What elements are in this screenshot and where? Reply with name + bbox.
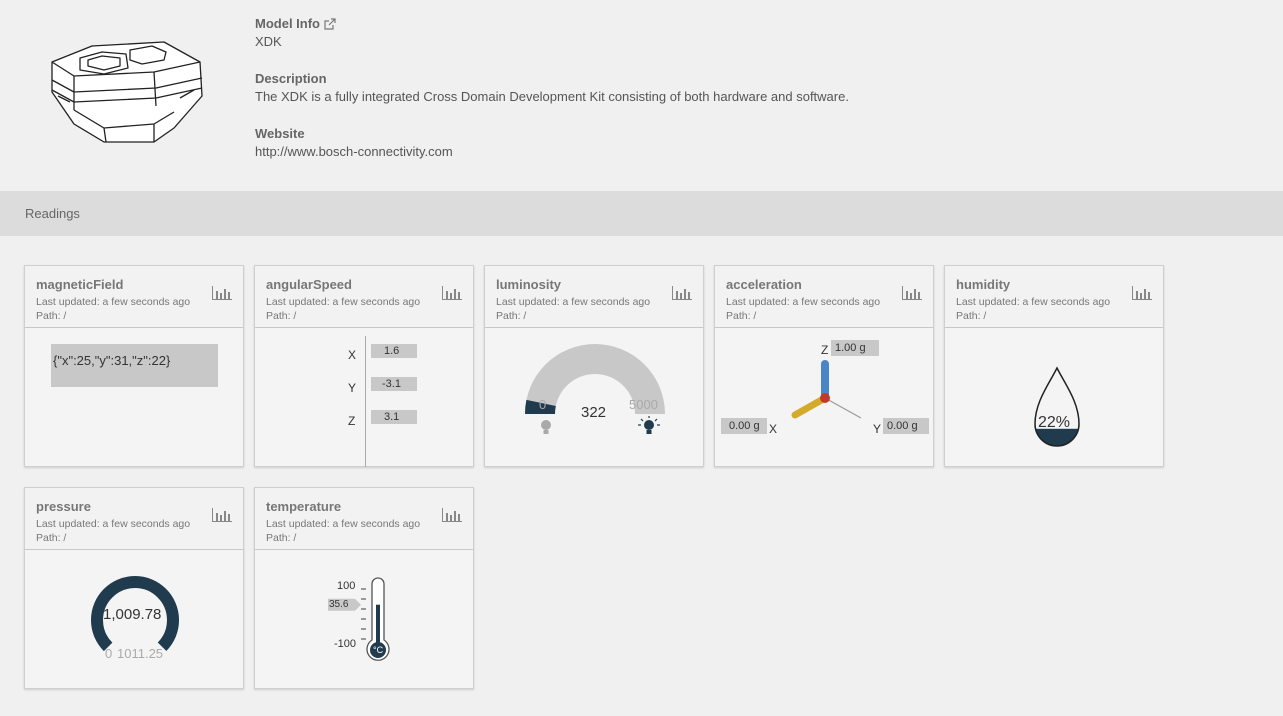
last-updated-text: Last updated: a few seconds ago — [266, 296, 421, 308]
y-axis-label: Y — [348, 381, 357, 395]
z-value: 1.00 g — [835, 342, 866, 354]
temperature-min: -100 — [334, 638, 357, 650]
y-value: -3.1 — [382, 378, 401, 390]
magnetic-field-value: {"x":25,"y":31,"z":22} — [53, 353, 171, 368]
x-axis-label: X — [769, 422, 778, 436]
card-title: luminosity — [496, 277, 562, 292]
last-updated-text: Last updated: a few seconds ago — [36, 518, 191, 530]
gauge-min: 0 — [105, 646, 113, 661]
chart-icon[interactable] — [442, 286, 462, 300]
luminosity-value: 322 — [581, 404, 607, 421]
y-value: 0.00 g — [887, 420, 918, 432]
sensor-card-luminosity: luminosity Last updated: a few seconds a… — [484, 265, 704, 467]
chart-icon[interactable] — [442, 508, 462, 522]
card-header: magneticField Last updated: a few second… — [25, 266, 243, 328]
sensor-card-humidity: humidity Last updated: a few seconds ago… — [944, 265, 1164, 467]
last-updated-text: Last updated: a few seconds ago — [956, 296, 1111, 308]
origin-dot — [820, 393, 830, 403]
thermometer-ticks — [361, 588, 366, 640]
card-header: acceleration Last updated: a few seconds… — [715, 266, 933, 328]
device-info-section: Model Info XDK Description The XDK is a … — [0, 0, 1283, 191]
x-axis-bar — [791, 394, 829, 419]
sensor-card-angularspeed: angularSpeed Last updated: a few seconds… — [254, 265, 474, 467]
temperature-value: 35.6 — [329, 598, 349, 610]
last-updated-text: Last updated: a few seconds ago — [726, 296, 881, 308]
pressure-value: 1,009.78 — [103, 606, 162, 623]
model-info-block: Model Info XDK — [255, 15, 849, 52]
card-body: 0 5000 322 — [485, 328, 703, 467]
card-body: 22% — [945, 328, 1163, 467]
readings-header: Readings — [0, 191, 1283, 236]
card-body: 1,009.78 0 1011.25 — [25, 550, 243, 689]
description-block: Description The XDK is a fully integrate… — [255, 70, 849, 107]
model-info-value: XDK — [255, 34, 282, 49]
card-body: {"x":25,"y":31,"z":22} — [25, 328, 243, 467]
sensor-card-magneticfield: magneticField Last updated: a few second… — [24, 265, 244, 467]
humidity-drop — [1034, 366, 1080, 447]
card-title: pressure — [36, 499, 91, 514]
x-value: 0.00 g — [729, 420, 760, 432]
bulb-off-icon — [541, 420, 551, 434]
card-body: X Y Z 1.6 -3.1 3.1 — [255, 328, 473, 467]
description-value: The XDK is a fully integrated Cross Doma… — [255, 89, 849, 104]
sensor-card-acceleration: acceleration Last updated: a few seconds… — [714, 265, 934, 467]
path-text: Path: / — [956, 310, 987, 322]
xdk-device-image — [51, 41, 203, 143]
path-text: Path: / — [496, 310, 527, 322]
card-title: magneticField — [36, 277, 124, 292]
card-title: humidity — [956, 277, 1011, 292]
z-axis-label: Z — [821, 343, 829, 357]
z-axis-label: Z — [348, 414, 356, 428]
chart-icon[interactable] — [1132, 286, 1152, 300]
bulb-on-icon — [638, 416, 660, 434]
z-value: 3.1 — [384, 411, 400, 423]
website-value: http://www.bosch-connectivity.com — [255, 144, 453, 159]
chart-icon[interactable] — [902, 286, 922, 300]
last-updated-text: Last updated: a few seconds ago — [36, 296, 191, 308]
path-text: Path: / — [266, 532, 297, 544]
card-header: temperature Last updated: a few seconds … — [255, 488, 473, 550]
path-text: Path: / — [36, 310, 67, 322]
last-updated-text: Last updated: a few seconds ago — [496, 296, 651, 308]
y-axis-line — [824, 397, 862, 419]
last-updated-text: Last updated: a few seconds ago — [266, 518, 421, 530]
model-info-label: Model Info — [255, 15, 849, 32]
path-text: Path: / — [266, 310, 297, 322]
x-value: 1.6 — [384, 345, 400, 357]
card-body: 100 -100 35.6 °C — [255, 550, 473, 689]
path-text: Path: / — [36, 532, 67, 544]
card-title: temperature — [266, 499, 342, 514]
axis-divider — [365, 336, 366, 467]
description-label: Description — [255, 71, 327, 86]
card-header: pressure Last updated: a few seconds ago… — [25, 488, 243, 550]
chart-icon[interactable] — [212, 508, 232, 522]
device-info-details: Model Info XDK Description The XDK is a … — [255, 15, 849, 180]
gauge-max: 5000 — [629, 397, 658, 412]
readings-title: Readings — [25, 206, 80, 221]
gauge-min: 0 — [539, 397, 547, 412]
chart-icon[interactable] — [212, 286, 232, 300]
model-info-label-text: Model Info — [255, 16, 320, 31]
humidity-value: 22% — [1038, 414, 1071, 431]
temperature-unit: °C — [373, 645, 384, 655]
gauge-max: 1011.25 — [117, 646, 164, 661]
card-body: Z 1.00 g 0.00 g X Y 0.00 g — [715, 328, 933, 467]
luminosity-gauge — [524, 344, 665, 414]
card-title: acceleration — [726, 277, 802, 292]
chart-icon[interactable] — [672, 286, 692, 300]
thermometer — [328, 577, 390, 661]
website-label: Website — [255, 126, 305, 141]
card-header: humidity Last updated: a few seconds ago… — [945, 266, 1163, 328]
temperature-max: 100 — [337, 580, 356, 592]
card-title: angularSpeed — [266, 277, 352, 292]
sensor-card-temperature: temperature Last updated: a few seconds … — [254, 487, 474, 689]
card-header: luminosity Last updated: a few seconds a… — [485, 266, 703, 328]
x-axis-label: X — [348, 348, 357, 362]
path-text: Path: / — [726, 310, 757, 322]
website-block: Website http://www.bosch-connectivity.co… — [255, 125, 849, 162]
sensor-card-pressure: pressure Last updated: a few seconds ago… — [24, 487, 244, 689]
y-axis-label: Y — [873, 422, 882, 436]
card-header: angularSpeed Last updated: a few seconds… — [255, 266, 473, 328]
external-link-icon[interactable] — [324, 17, 336, 30]
